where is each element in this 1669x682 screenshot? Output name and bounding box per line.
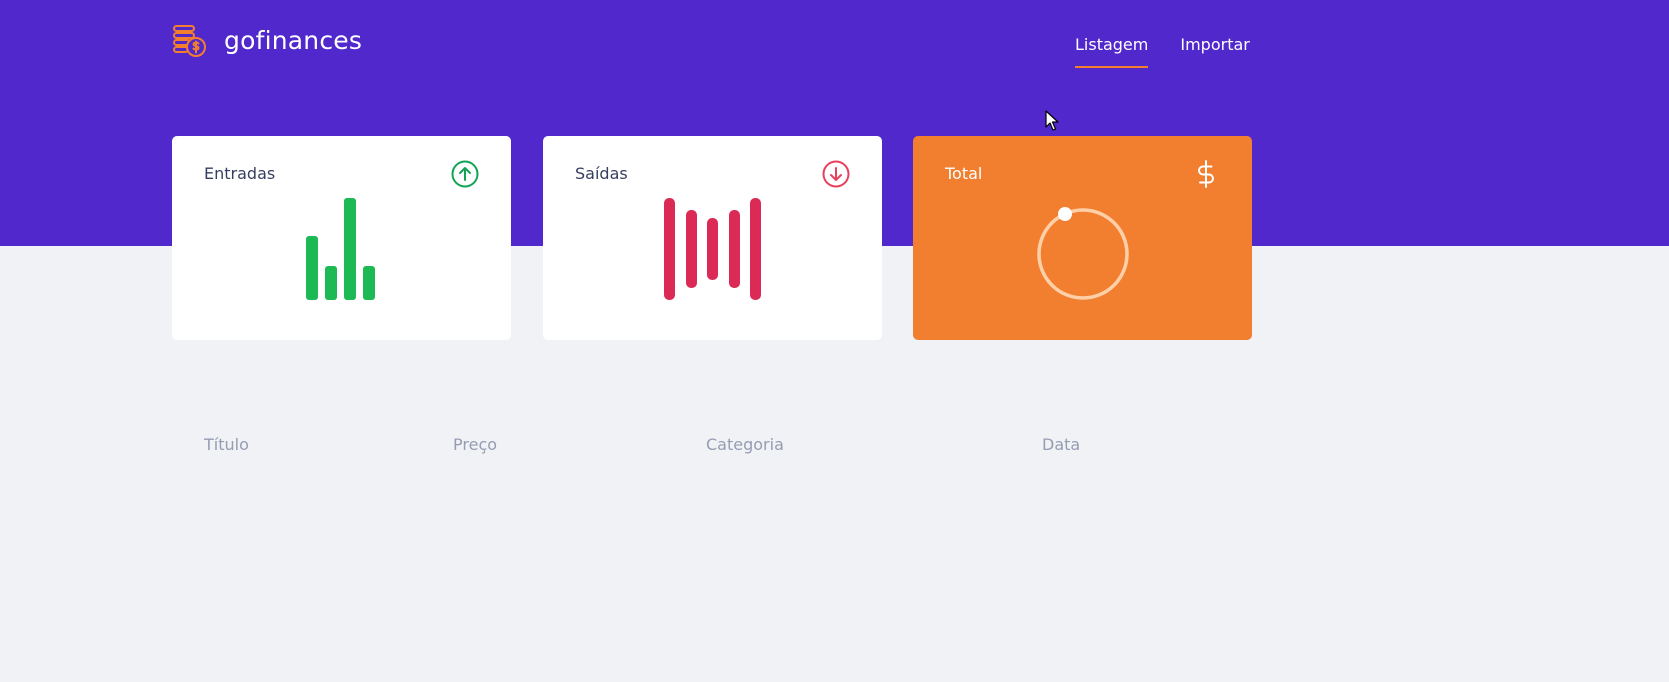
- column-titulo: Título: [204, 435, 249, 454]
- column-categoria: Categoria: [706, 435, 784, 454]
- income-bars-illustration: [306, 198, 375, 300]
- transactions-table-header: Título Preço Categoria Data: [0, 434, 1669, 458]
- main-nav: Listagem Importar: [1075, 34, 1250, 68]
- page: gofinances Listagem Importar Entradas Sa…: [0, 0, 1669, 682]
- app-name: gofinances: [224, 26, 363, 55]
- coins-dollar-icon: [173, 25, 206, 57]
- outcome-title: Saídas: [575, 164, 628, 183]
- total-title: Total: [945, 164, 983, 183]
- outcome-card: Saídas: [543, 136, 882, 340]
- logo[interactable]: gofinances: [172, 24, 362, 58]
- outcome-bars-illustration: [664, 198, 761, 300]
- total-card: Total: [913, 136, 1252, 340]
- arrow-down-circle-icon: [822, 160, 850, 188]
- income-card: Entradas: [172, 136, 511, 340]
- column-preco: Preço: [453, 435, 498, 454]
- total-ring-illustration: [1037, 207, 1129, 300]
- mouse-cursor-icon: [1045, 110, 1059, 131]
- nav-listagem[interactable]: Listagem: [1075, 34, 1149, 68]
- dollar-sign-icon: [1198, 160, 1214, 188]
- income-title: Entradas: [204, 164, 276, 183]
- arrow-up-circle-icon: [451, 160, 479, 188]
- nav-importar[interactable]: Importar: [1180, 34, 1249, 68]
- column-data: Data: [1042, 435, 1081, 454]
